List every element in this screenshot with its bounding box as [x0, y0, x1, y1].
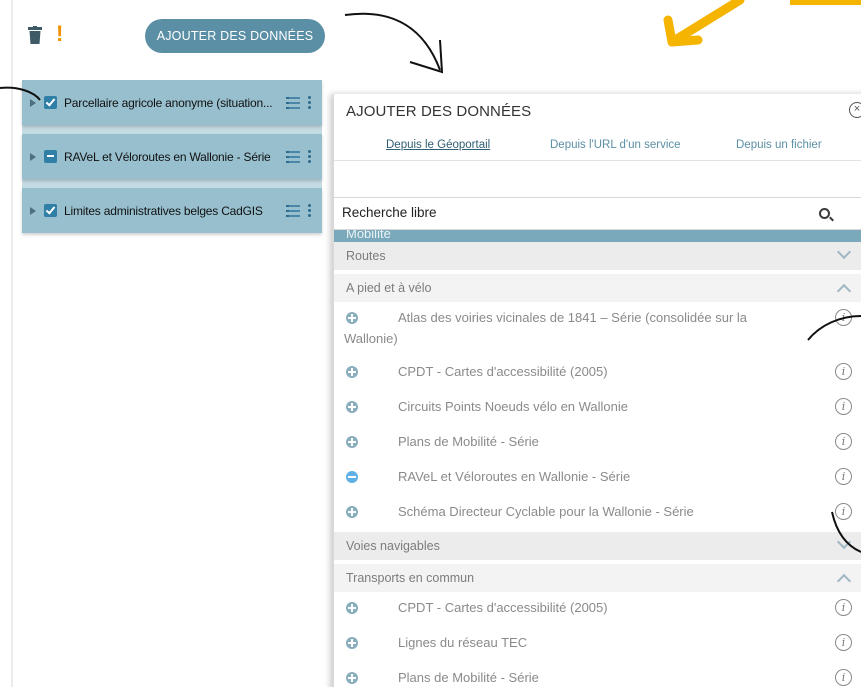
info-icon[interactable]: i [835, 503, 852, 520]
search-bar [334, 197, 861, 230]
add-layer-icon[interactable] [346, 366, 358, 378]
highlight-marker [790, 0, 861, 5]
subcategory-label: Routes [346, 249, 386, 263]
info-icon[interactable]: i [835, 634, 852, 651]
catalog-list: Mobilité Routes A pied et à vélo Atlas d… [334, 230, 861, 687]
highlight-arrow-icon [663, 0, 745, 47]
tab-divider [334, 160, 861, 161]
info-icon[interactable]: i [835, 363, 852, 380]
expand-caret-icon[interactable] [30, 206, 36, 215]
more-options-icon[interactable] [308, 95, 312, 110]
list-item: Plans de Mobilité - Série i [334, 666, 861, 687]
layer-label: Limites administratives belges CadGIS [64, 203, 263, 218]
info-icon[interactable]: i [835, 599, 852, 616]
layer-list: Parcellaire agricole anonyme (situation.… [22, 80, 322, 233]
list-item: Schéma Directeur Cyclable pour la Wallon… [334, 500, 861, 524]
add-layer-icon[interactable] [346, 436, 358, 448]
info-icon[interactable]: i [835, 309, 852, 326]
chevron-up-icon [836, 283, 852, 299]
subcategory-label: Voies navigables [346, 539, 440, 553]
info-icon[interactable]: i [835, 468, 852, 485]
info-icon[interactable]: i [835, 398, 852, 415]
add-layer-icon[interactable] [346, 637, 358, 649]
category-header[interactable]: Mobilité [334, 230, 861, 242]
list-item: Atlas des voiries vicinales de 1841 – Sé… [334, 306, 861, 348]
add-layer-icon[interactable] [346, 401, 358, 413]
item-label: Circuits Points Noeuds vélo en Wallonie [398, 399, 629, 414]
item-label: CPDT - Cartes d'accessibilité (2005) [398, 600, 608, 615]
item-label: Plans de Mobilité - Série [398, 434, 539, 449]
item-label: Schéma Directeur Cyclable pour la Wallon… [398, 504, 694, 519]
left-panel-border [11, 0, 13, 687]
list-item: CPDT - Cartes d'accessibilité (2005) i [334, 360, 861, 384]
trash-icon[interactable] [28, 26, 42, 44]
list-item: Circuits Points Noeuds vélo en Wallonie … [334, 395, 861, 419]
search-input[interactable] [342, 205, 812, 220]
chevron-up-icon [836, 573, 852, 589]
remove-layer-icon[interactable] [346, 471, 358, 483]
tab-geoportail[interactable]: Depuis le Géoportail [386, 139, 490, 151]
add-data-button[interactable]: AJOUTER DES DONNÉES [145, 19, 325, 53]
subcategory-waterways[interactable]: Voies navigables [334, 532, 861, 560]
item-label: Lignes du réseau TEC [398, 635, 528, 650]
subcategory-transit[interactable]: Transports en commun [334, 564, 861, 592]
list-item: Plans de Mobilité - Série i [334, 430, 861, 454]
subcategory-label: A pied et à vélo [346, 281, 432, 295]
list-item: CPDT - Cartes d'accessibilité (2005) i [334, 596, 861, 620]
layer-row[interactable]: Parcellaire agricole anonyme (situation.… [22, 80, 322, 125]
dialog-title: AJOUTER DES DONNÉES [346, 103, 532, 120]
tab-service-url[interactable]: Depuis l'URL d'un service [550, 139, 681, 151]
item-label: CPDT - Cartes d'accessibilité (2005) [398, 364, 608, 379]
subcategory-label: Transports en commun [346, 571, 475, 585]
expand-caret-icon[interactable] [30, 98, 36, 107]
layer-checkbox[interactable] [44, 204, 57, 217]
add-layer-icon[interactable] [346, 672, 358, 684]
subcategory-routes[interactable]: Routes [334, 242, 861, 270]
layer-row[interactable]: RAVeL et Véloroutes en Wallonie - Série [22, 134, 322, 179]
info-icon[interactable]: i [835, 433, 852, 450]
subcategory-bike[interactable]: A pied et à vélo [334, 274, 861, 302]
add-data-dialog: AJOUTER DES DONNÉES × Depuis le Géoporta… [333, 94, 861, 687]
layer-row[interactable]: Limites administratives belges CadGIS [22, 188, 322, 233]
layer-label: RAVeL et Véloroutes en Wallonie - Série [64, 149, 271, 164]
layer-checkbox[interactable] [44, 150, 57, 163]
chevron-down-icon [836, 534, 852, 550]
tab-file[interactable]: Depuis un fichier [736, 139, 822, 151]
warning-icon[interactable]: ! [56, 22, 63, 46]
item-label: Plans de Mobilité - Série [398, 670, 539, 685]
legend-icon[interactable] [286, 96, 300, 109]
item-label: Atlas des voiries vicinales de 1841 – Sé… [344, 310, 748, 346]
source-tabs: Depuis le Géoportail Depuis l'URL d'un s… [334, 139, 861, 159]
layer-label: Parcellaire agricole anonyme (situation.… [64, 95, 273, 110]
chevron-down-icon [836, 244, 852, 260]
expand-caret-icon[interactable] [30, 152, 36, 161]
search-icon[interactable] [819, 208, 830, 219]
item-label: RAVeL et Véloroutes en Wallonie - Série [398, 469, 631, 484]
more-options-icon[interactable] [308, 149, 312, 164]
legend-icon[interactable] [286, 150, 300, 163]
add-layer-icon[interactable] [346, 506, 358, 518]
more-options-icon[interactable] [308, 203, 312, 218]
list-item: RAVeL et Véloroutes en Wallonie - Série … [334, 465, 861, 489]
layer-checkbox[interactable] [44, 96, 57, 109]
close-icon[interactable]: × [849, 102, 861, 118]
annotation-arrowhead [409, 39, 444, 74]
list-item: Lignes du réseau TEC i [334, 631, 861, 655]
info-icon[interactable]: i [835, 669, 852, 686]
add-layer-icon[interactable] [346, 602, 358, 614]
category-label: Mobilité [346, 230, 391, 241]
annotation-arrow [344, 12, 441, 71]
legend-icon[interactable] [286, 204, 300, 217]
